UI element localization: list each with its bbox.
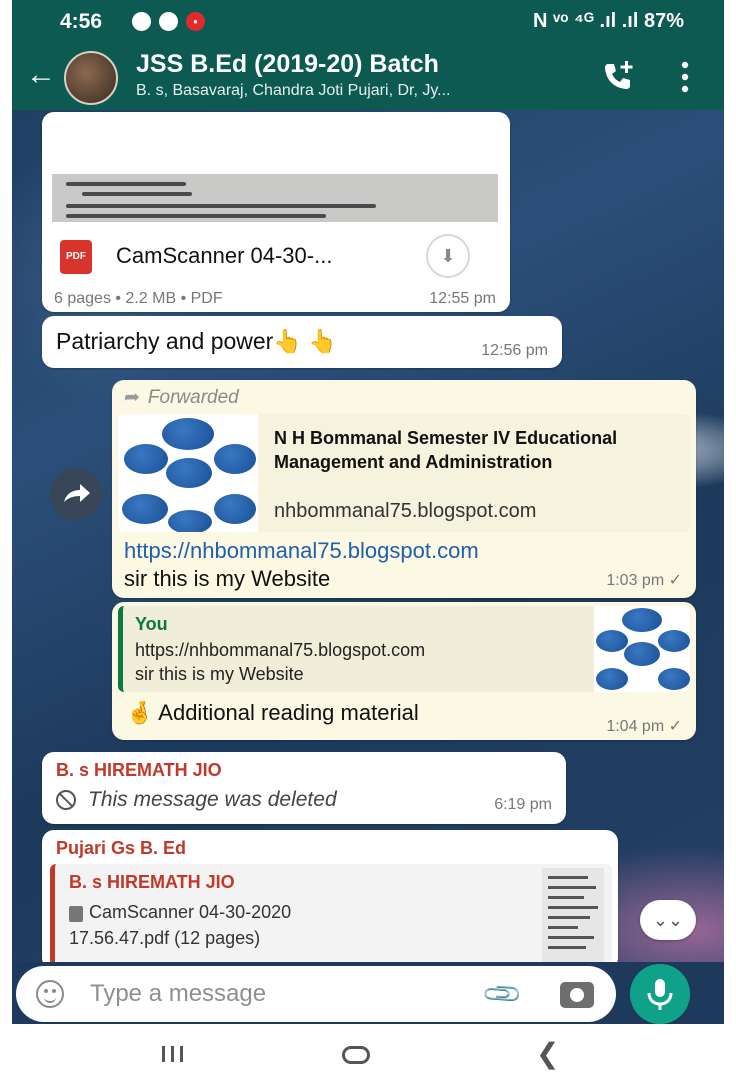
document-meta: 6 pages • 2.2 MB • PDF <box>54 290 223 307</box>
deleted-text: This message was deleted <box>88 788 337 811</box>
emoji-icon[interactable] <box>36 980 64 1008</box>
back-arrow-icon[interactable]: ← <box>26 58 56 92</box>
message-input-box[interactable]: 📎 <box>16 966 616 1022</box>
download-icon[interactable]: ⬇ <box>426 234 470 278</box>
quoted-url: https://nhbommanal75.blogspot.com <box>135 640 426 660</box>
quoted-text: sir this is my Website <box>135 664 304 684</box>
quoted-document-thumbnail <box>542 868 604 962</box>
attach-icon[interactable]: 📎 <box>479 971 524 1016</box>
quoted-author: B. s HIREMATH JIO <box>69 872 235 892</box>
chat-title[interactable]: JSS B.Ed (2019-20) Batch <box>136 50 439 79</box>
add-call-icon[interactable] <box>600 58 636 94</box>
more-vertical-icon[interactable] <box>678 60 692 94</box>
pdf-icon: PDF <box>60 240 92 274</box>
message-time: 6:19 pm <box>494 796 552 813</box>
quoted-thumbnail <box>594 606 690 692</box>
home-icon[interactable] <box>342 1046 370 1064</box>
forward-share-icon[interactable] <box>50 468 102 520</box>
status-bar: 4:56 ● N ᵛᵒ ⁴ᴳ .ıl .ıl 87% <box>12 0 724 44</box>
camera-icon[interactable] <box>560 982 594 1008</box>
forwarded-arrow-icon: ➦ <box>124 387 140 408</box>
document-preview-image[interactable] <box>52 174 498 222</box>
scroll-down-icon[interactable]: ⌄⌄ <box>640 900 696 940</box>
nav-back-icon[interactable]: ❮ <box>536 1040 559 1068</box>
link-title: N H Bommanal Semester IV Educational Man… <box>274 428 618 472</box>
forwarded-link-message[interactable]: ➦ Forwarded N H Bommanal Semester IV Educ… <box>112 380 696 598</box>
text-message[interactable]: Patriarchy and power👆 👆 12:56 pm <box>42 316 562 368</box>
chat-header: ← JSS B.Ed (2019-20) Batch B. s, Basavar… <box>12 44 724 110</box>
quoted-author: You <box>135 614 168 634</box>
chat-area[interactable]: PDF CamScanner 04-30-... ⬇ 6 pages • 2.2… <box>12 110 724 962</box>
input-bar: 📎 <box>12 962 724 1024</box>
quoted-file-details: 17.56.47.pdf (12 pages) <box>69 928 261 948</box>
reply-document-message[interactable]: Pujari Gs B. Ed B. s HIREMATH JIO CamSca… <box>42 830 618 962</box>
quoted-document[interactable]: B. s HIREMATH JIO CamScanner 04-30-2020 … <box>50 864 612 962</box>
system-nav-bar: ❮ <box>12 1024 724 1084</box>
link-thumbnail <box>118 414 258 532</box>
notification-icons: ● <box>132 12 205 31</box>
message-text: 🤞 Additional reading material <box>126 700 419 725</box>
group-avatar[interactable] <box>64 51 118 105</box>
quoted-message[interactable]: You https://nhbommanal75.blogspot.com si… <box>118 606 690 692</box>
message-text: Patriarchy and power👆 👆 <box>56 328 337 354</box>
website-link[interactable]: https://nhbommanal75.blogspot.com <box>124 538 479 564</box>
notification-icon <box>132 12 151 31</box>
reply-message[interactable]: You https://nhbommanal75.blogspot.com si… <box>112 602 696 740</box>
recent-apps-icon[interactable] <box>162 1046 184 1062</box>
document-row[interactable]: PDF CamScanner 04-30-... ⬇ <box>52 230 498 282</box>
link-preview[interactable]: N H Bommanal Semester IV Educational Man… <box>118 414 690 532</box>
forwarded-label: ➦ Forwarded <box>124 387 239 408</box>
message-time: 12:55 pm <box>429 290 496 307</box>
link-domain: nhbommanal75.blogspot.com <box>274 500 537 522</box>
notification-icon <box>159 12 178 31</box>
quoted-file-name: CamScanner 04-30-2020 <box>89 902 292 922</box>
message-time: 1:04 pm ✓ <box>606 718 682 735</box>
deleted-icon <box>56 790 76 810</box>
chat-participants[interactable]: B. s, Basavaraj, Chandra Joti Pujari, Dr… <box>136 82 451 100</box>
phone-screen: 4:56 ● N ᵛᵒ ⁴ᴳ .ıl .ıl 87% ← JSS B.Ed (2… <box>12 0 724 1084</box>
document-message[interactable]: PDF CamScanner 04-30-... ⬇ 6 pages • 2.2… <box>42 112 510 312</box>
document-icon <box>69 906 83 922</box>
sender-name[interactable]: B. s HIREMATH JIO <box>56 760 222 781</box>
message-time: 1:03 pm ✓ <box>606 572 682 589</box>
sender-name[interactable]: Pujari Gs B. Ed <box>56 838 186 859</box>
microphone-icon[interactable] <box>630 964 690 1024</box>
message-text: sir this is my Website <box>124 566 331 591</box>
jio-icon: ● <box>186 12 205 31</box>
document-name[interactable]: CamScanner 04-30-... <box>116 243 332 269</box>
status-right-icons: N ᵛᵒ ⁴ᴳ .ıl .ıl 87% <box>533 10 684 32</box>
message-input[interactable] <box>90 974 470 1014</box>
status-time: 4:56 <box>60 10 103 33</box>
message-time: 12:56 pm <box>481 342 548 359</box>
deleted-message[interactable]: B. s HIREMATH JIO This message was delet… <box>42 752 566 824</box>
